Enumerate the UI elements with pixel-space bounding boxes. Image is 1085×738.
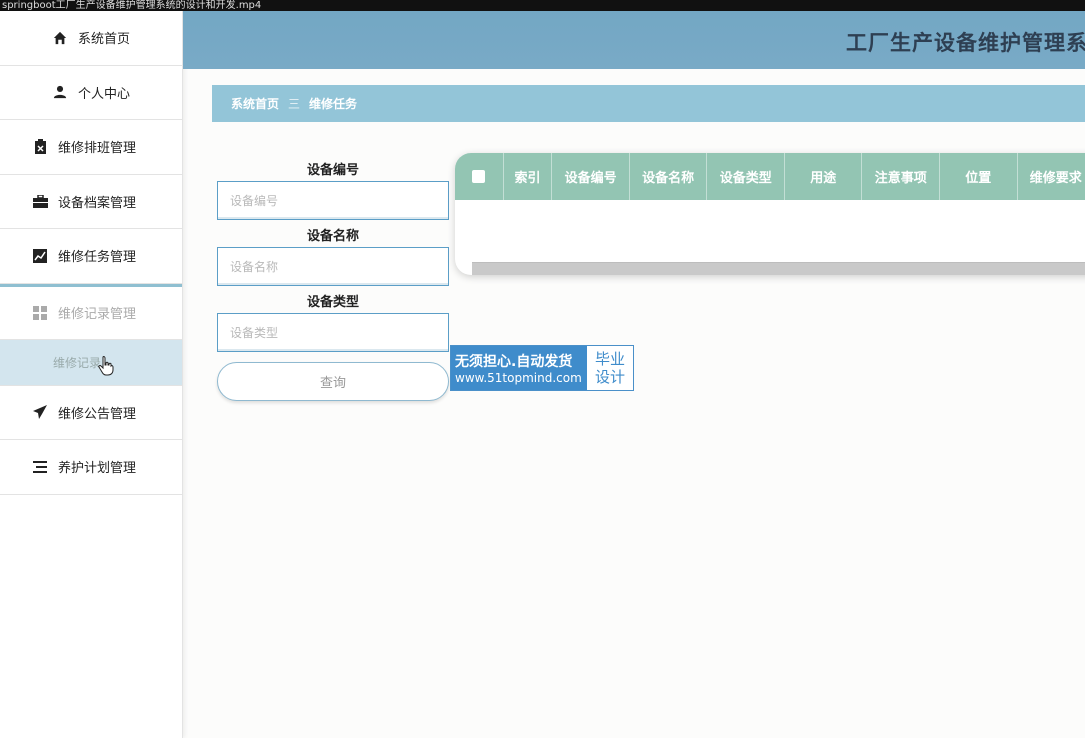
watermark-tag: 毕业 [594,350,625,368]
search-form: 设备编号 设备名称 设备类型 查询 [217,160,449,401]
page-header: 工厂生产设备维护管理系 [183,11,1085,69]
equipment-number-input[interactable] [217,181,449,220]
watermark-text: 无须担心.自动发货 [455,354,573,370]
watermark-left: 无须担心.自动发货 www.51topmind.com [451,346,587,390]
clipboard-icon [32,139,48,155]
watermark-right: 毕业 设计 [587,346,633,390]
table-header-row: 索引 设备编号 设备名称 设备类型 用途 注意事项 位置 维修要求 [455,153,1085,200]
list-icon [32,459,48,475]
window-title: springboot工厂生产设备维护管理系统的设计和开发.mp4 [2,0,262,11]
field-label-equipment-type: 设备类型 [306,295,359,310]
column-header[interactable]: 设备编号 [552,153,630,200]
user-icon [52,84,68,100]
column-header[interactable]: 设备名称 [630,153,708,200]
sidebar: 系统首页 个人中心 维修排班管理 设备档案管理 维修任务管理 维修记录管理 维修… [0,11,183,738]
column-header[interactable]: 注意事项 [862,153,940,200]
equipment-type-input[interactable] [217,313,449,352]
breadcrumb-home[interactable]: 系统首页 [231,95,279,112]
chart-icon [32,248,48,264]
briefcase-icon [32,193,48,209]
sidebar-item-home[interactable]: 系统首页 [0,11,182,66]
sidebar-item-records[interactable]: 维修记录管理 [0,283,182,340]
column-header[interactable]: 位置 [940,153,1018,200]
column-header[interactable]: 设备类型 [707,153,785,200]
column-header[interactable]: 用途 [785,153,863,200]
table-horizontal-scrollbar[interactable] [472,262,1085,275]
sidebar-subitem-records[interactable]: 维修记录 [0,339,182,386]
sidebar-item-maintenance-plan[interactable]: 养护计划管理 [0,440,182,495]
paper-plane-icon [32,404,48,420]
sidebar-item-tasks[interactable]: 维修任务管理 [0,229,182,284]
sidebar-item-label: 维修记录管理 [58,307,137,322]
sidebar-item-schedule[interactable]: 维修排班管理 [0,120,182,175]
select-all-checkbox[interactable] [472,170,486,183]
sidebar-item-label: 设备档案管理 [58,195,137,211]
sidebar-subitem-label: 维修记录 [53,355,102,370]
sidebar-item-label: 系统首页 [77,32,130,48]
grid-icon [32,305,48,321]
breadcrumb: 系统首页 三 维修任务 [212,85,1085,122]
sidebar-item-label: 维修排班管理 [58,141,137,157]
system-title: 工厂生产设备维护管理系 [846,31,1085,55]
sidebar-item-label: 维修公告管理 [58,406,137,422]
sidebar-item-equipment[interactable]: 设备档案管理 [0,175,182,229]
select-all-cell [455,153,504,200]
watermark-banner: 无须担心.自动发货 www.51topmind.com 毕业 设计 [450,345,634,391]
watermark-url: www.51topmind.com [455,371,582,385]
query-button[interactable]: 查询 [217,362,449,401]
home-icon [52,30,68,46]
watermark-tag: 设计 [594,368,625,386]
field-label-equipment-number: 设备编号 [306,163,359,178]
sidebar-item-profile[interactable]: 个人中心 [0,66,182,120]
column-header[interactable]: 索引 [504,153,553,200]
sidebar-item-notices[interactable]: 维修公告管理 [0,386,182,440]
data-table: 索引 设备编号 设备名称 设备类型 用途 注意事项 位置 维修要求 [455,153,1085,275]
hand-cursor-icon [98,355,114,379]
sidebar-item-label: 个人中心 [77,86,130,102]
window-titlebar: springboot工厂生产设备维护管理系统的设计和开发.mp4 [0,0,1085,11]
breadcrumb-current: 维修任务 [309,97,358,111]
sidebar-item-label: 养护计划管理 [58,461,137,477]
breadcrumb-separator: 三 [288,97,301,111]
sidebar-item-label: 维修任务管理 [58,250,137,266]
field-label-equipment-name: 设备名称 [306,229,359,244]
equipment-name-input[interactable] [217,247,449,286]
column-header[interactable]: 维修要求 [1018,153,1085,200]
